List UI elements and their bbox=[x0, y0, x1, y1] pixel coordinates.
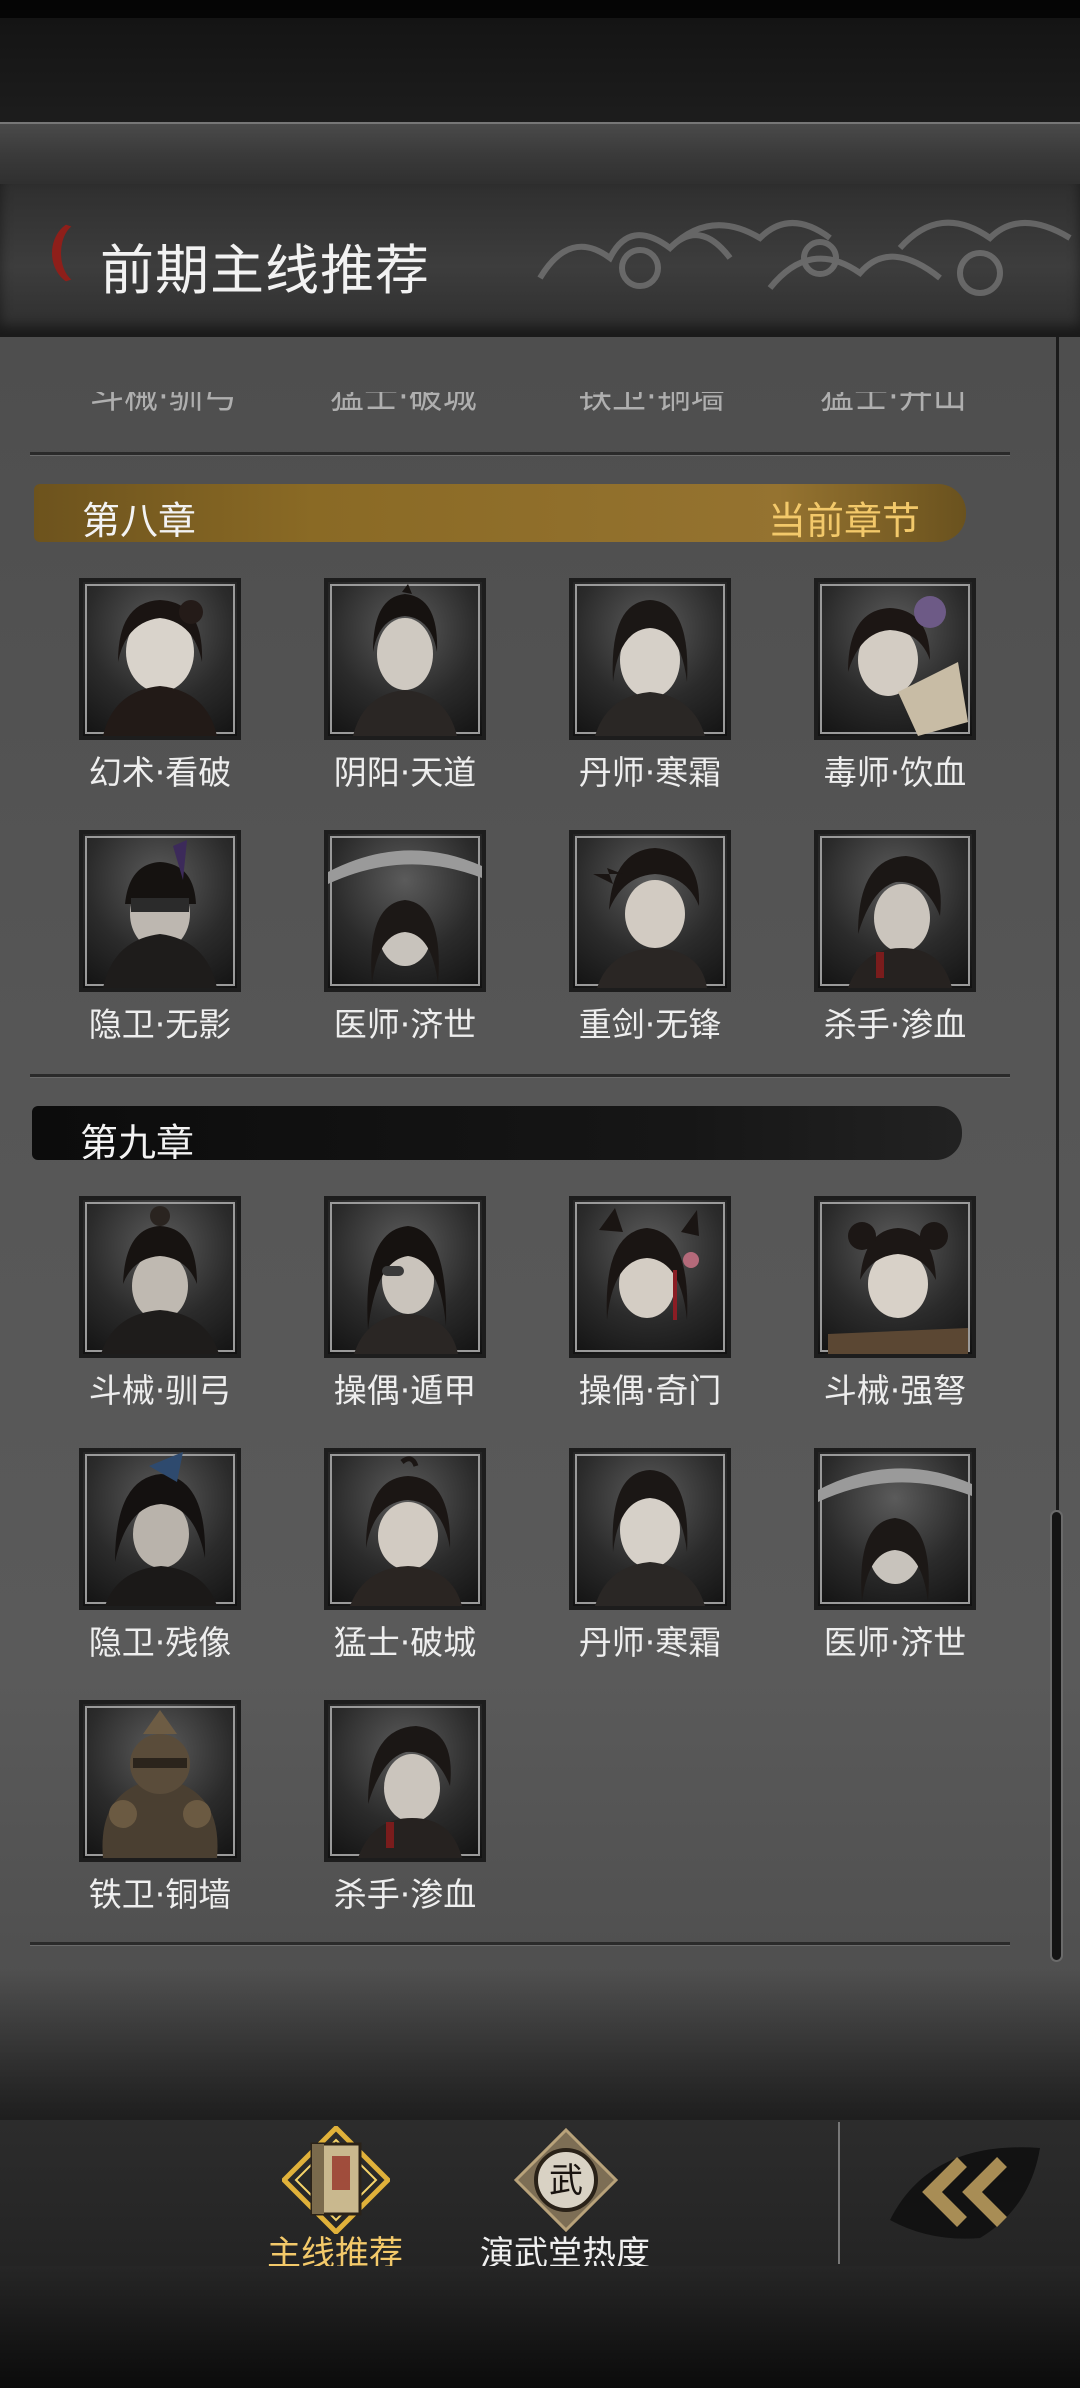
current-chapter-badge: 当前章节 bbox=[767, 499, 920, 543]
chapter-title: 第八章 bbox=[82, 499, 197, 543]
hero-card[interactable]: 医师·济世 bbox=[312, 830, 492, 1044]
hero-card[interactable]: 杀手·渗血 bbox=[802, 830, 982, 1044]
hero-portrait bbox=[324, 578, 486, 740]
status-bar bbox=[0, 0, 1080, 18]
wu-glyph: 武 bbox=[549, 2161, 583, 2201]
hero-portrait bbox=[814, 1448, 976, 1610]
section-divider bbox=[30, 1942, 1010, 1946]
collapse-panel-button[interactable] bbox=[880, 2130, 1060, 2250]
hero-portrait bbox=[569, 830, 731, 992]
hero-name: 丹师·寒霜 bbox=[578, 753, 722, 792]
chapter-header: 第九章 bbox=[32, 1106, 962, 1165]
hero-card[interactable]: 阴阳·天道 bbox=[312, 578, 492, 792]
page-title: 前期主线推荐 bbox=[100, 239, 430, 302]
hero-portrait bbox=[79, 578, 241, 740]
hero-card[interactable]: 操偶·奇门 bbox=[557, 1196, 737, 1410]
scrollbar-thumb[interactable] bbox=[1050, 1510, 1063, 1962]
partial-hero-label: 猛士·破城 bbox=[330, 392, 477, 417]
wu-emblem-icon: 武 bbox=[513, 2127, 619, 2233]
tab-arena-popularity[interactable]: 武 演武堂热度 bbox=[460, 2118, 670, 2274]
hero-card[interactable]: 丹师·寒霜 bbox=[557, 578, 737, 792]
header-frame bbox=[0, 122, 1080, 188]
top-backdrop bbox=[0, 18, 1080, 126]
hero-card[interactable]: 斗械·强弩 bbox=[802, 1196, 982, 1410]
hero-portrait bbox=[814, 578, 976, 740]
hero-portrait bbox=[324, 1448, 486, 1610]
hero-name: 操偶·遁甲 bbox=[333, 1371, 477, 1410]
hero-card[interactable]: 杀手·渗血 bbox=[312, 1700, 492, 1914]
hero-name: 隐卫·残像 bbox=[88, 1623, 232, 1662]
chapter-title: 第九章 bbox=[80, 1121, 195, 1165]
hero-name: 斗械·驯弓 bbox=[88, 1371, 232, 1410]
hero-portrait bbox=[79, 1448, 241, 1610]
hero-card[interactable]: 隐卫·无影 bbox=[67, 830, 247, 1044]
hero-card[interactable]: 斗械·驯弓 bbox=[67, 1196, 247, 1410]
hero-name: 丹师·寒霜 bbox=[578, 1623, 722, 1662]
hero-name: 操偶·奇门 bbox=[578, 1371, 722, 1410]
hero-card[interactable]: 猛士·破城 bbox=[312, 1448, 492, 1662]
cloud-ornament-icon bbox=[537, 219, 1072, 296]
hero-portrait bbox=[814, 1196, 976, 1358]
hero-portrait bbox=[569, 578, 731, 740]
hero-portrait bbox=[79, 830, 241, 992]
hero-card[interactable]: 铁卫·铜墙 bbox=[67, 1700, 247, 1914]
scrollbar-track bbox=[1056, 337, 1059, 1510]
hero-portrait bbox=[569, 1196, 731, 1358]
hero-portrait bbox=[324, 1196, 486, 1358]
hero-card[interactable]: 操偶·遁甲 bbox=[312, 1196, 492, 1410]
partial-hero-label: 猛士·开山 bbox=[820, 392, 967, 417]
hero-name: 阴阳·天道 bbox=[333, 753, 477, 792]
bottom-fade bbox=[0, 1970, 1080, 2120]
hero-portrait bbox=[814, 830, 976, 992]
hero-name: 猛士·破城 bbox=[333, 1623, 477, 1662]
hero-name: 杀手·渗血 bbox=[333, 1875, 477, 1914]
partial-hero-label: 斗械·驯弓 bbox=[90, 392, 237, 417]
hero-card[interactable]: 重剑·无锋 bbox=[557, 830, 737, 1044]
section-divider bbox=[30, 452, 1010, 456]
bottom-backdrop bbox=[0, 2266, 1080, 2388]
hero-card[interactable]: 丹师·寒霜 bbox=[557, 1448, 737, 1662]
section-divider bbox=[30, 1074, 1010, 1078]
hero-card[interactable]: 毒师·饮血 bbox=[802, 578, 982, 792]
hero-name: 杀手·渗血 bbox=[823, 1005, 967, 1044]
tab-main-recommend[interactable]: 主线推荐 bbox=[230, 2118, 440, 2274]
hero-portrait bbox=[79, 1196, 241, 1358]
hero-name: 毒师·饮血 bbox=[823, 753, 967, 792]
hero-portrait bbox=[79, 1700, 241, 1862]
hero-portrait bbox=[324, 830, 486, 992]
hero-portrait bbox=[569, 1448, 731, 1610]
hero-card[interactable]: 隐卫·残像 bbox=[67, 1448, 247, 1662]
scroll-book-icon bbox=[282, 2126, 390, 2234]
hero-card[interactable]: 医师·济世 bbox=[802, 1448, 982, 1662]
double-chevron-left-icon bbox=[890, 2147, 1040, 2239]
nav-divider bbox=[838, 2122, 840, 2264]
page-header: 前期主线推荐 bbox=[0, 184, 1080, 337]
hero-name: 斗械·强弩 bbox=[823, 1371, 967, 1410]
hero-name: 隐卫·无影 bbox=[88, 1005, 232, 1044]
hero-portrait bbox=[324, 1700, 486, 1862]
hero-name: 铁卫·铜墙 bbox=[88, 1875, 232, 1914]
hero-name: 幻术·看破 bbox=[88, 753, 232, 792]
chapter-header: 第八章 当前章节 bbox=[34, 484, 966, 543]
partial-hero-label: 铁卫·铜墙 bbox=[578, 392, 725, 417]
hero-name: 医师·济世 bbox=[823, 1623, 967, 1662]
hero-card[interactable]: 幻术·看破 bbox=[67, 578, 247, 792]
hero-name: 重剑·无锋 bbox=[578, 1005, 722, 1044]
hero-name: 医师·济世 bbox=[333, 1005, 477, 1044]
